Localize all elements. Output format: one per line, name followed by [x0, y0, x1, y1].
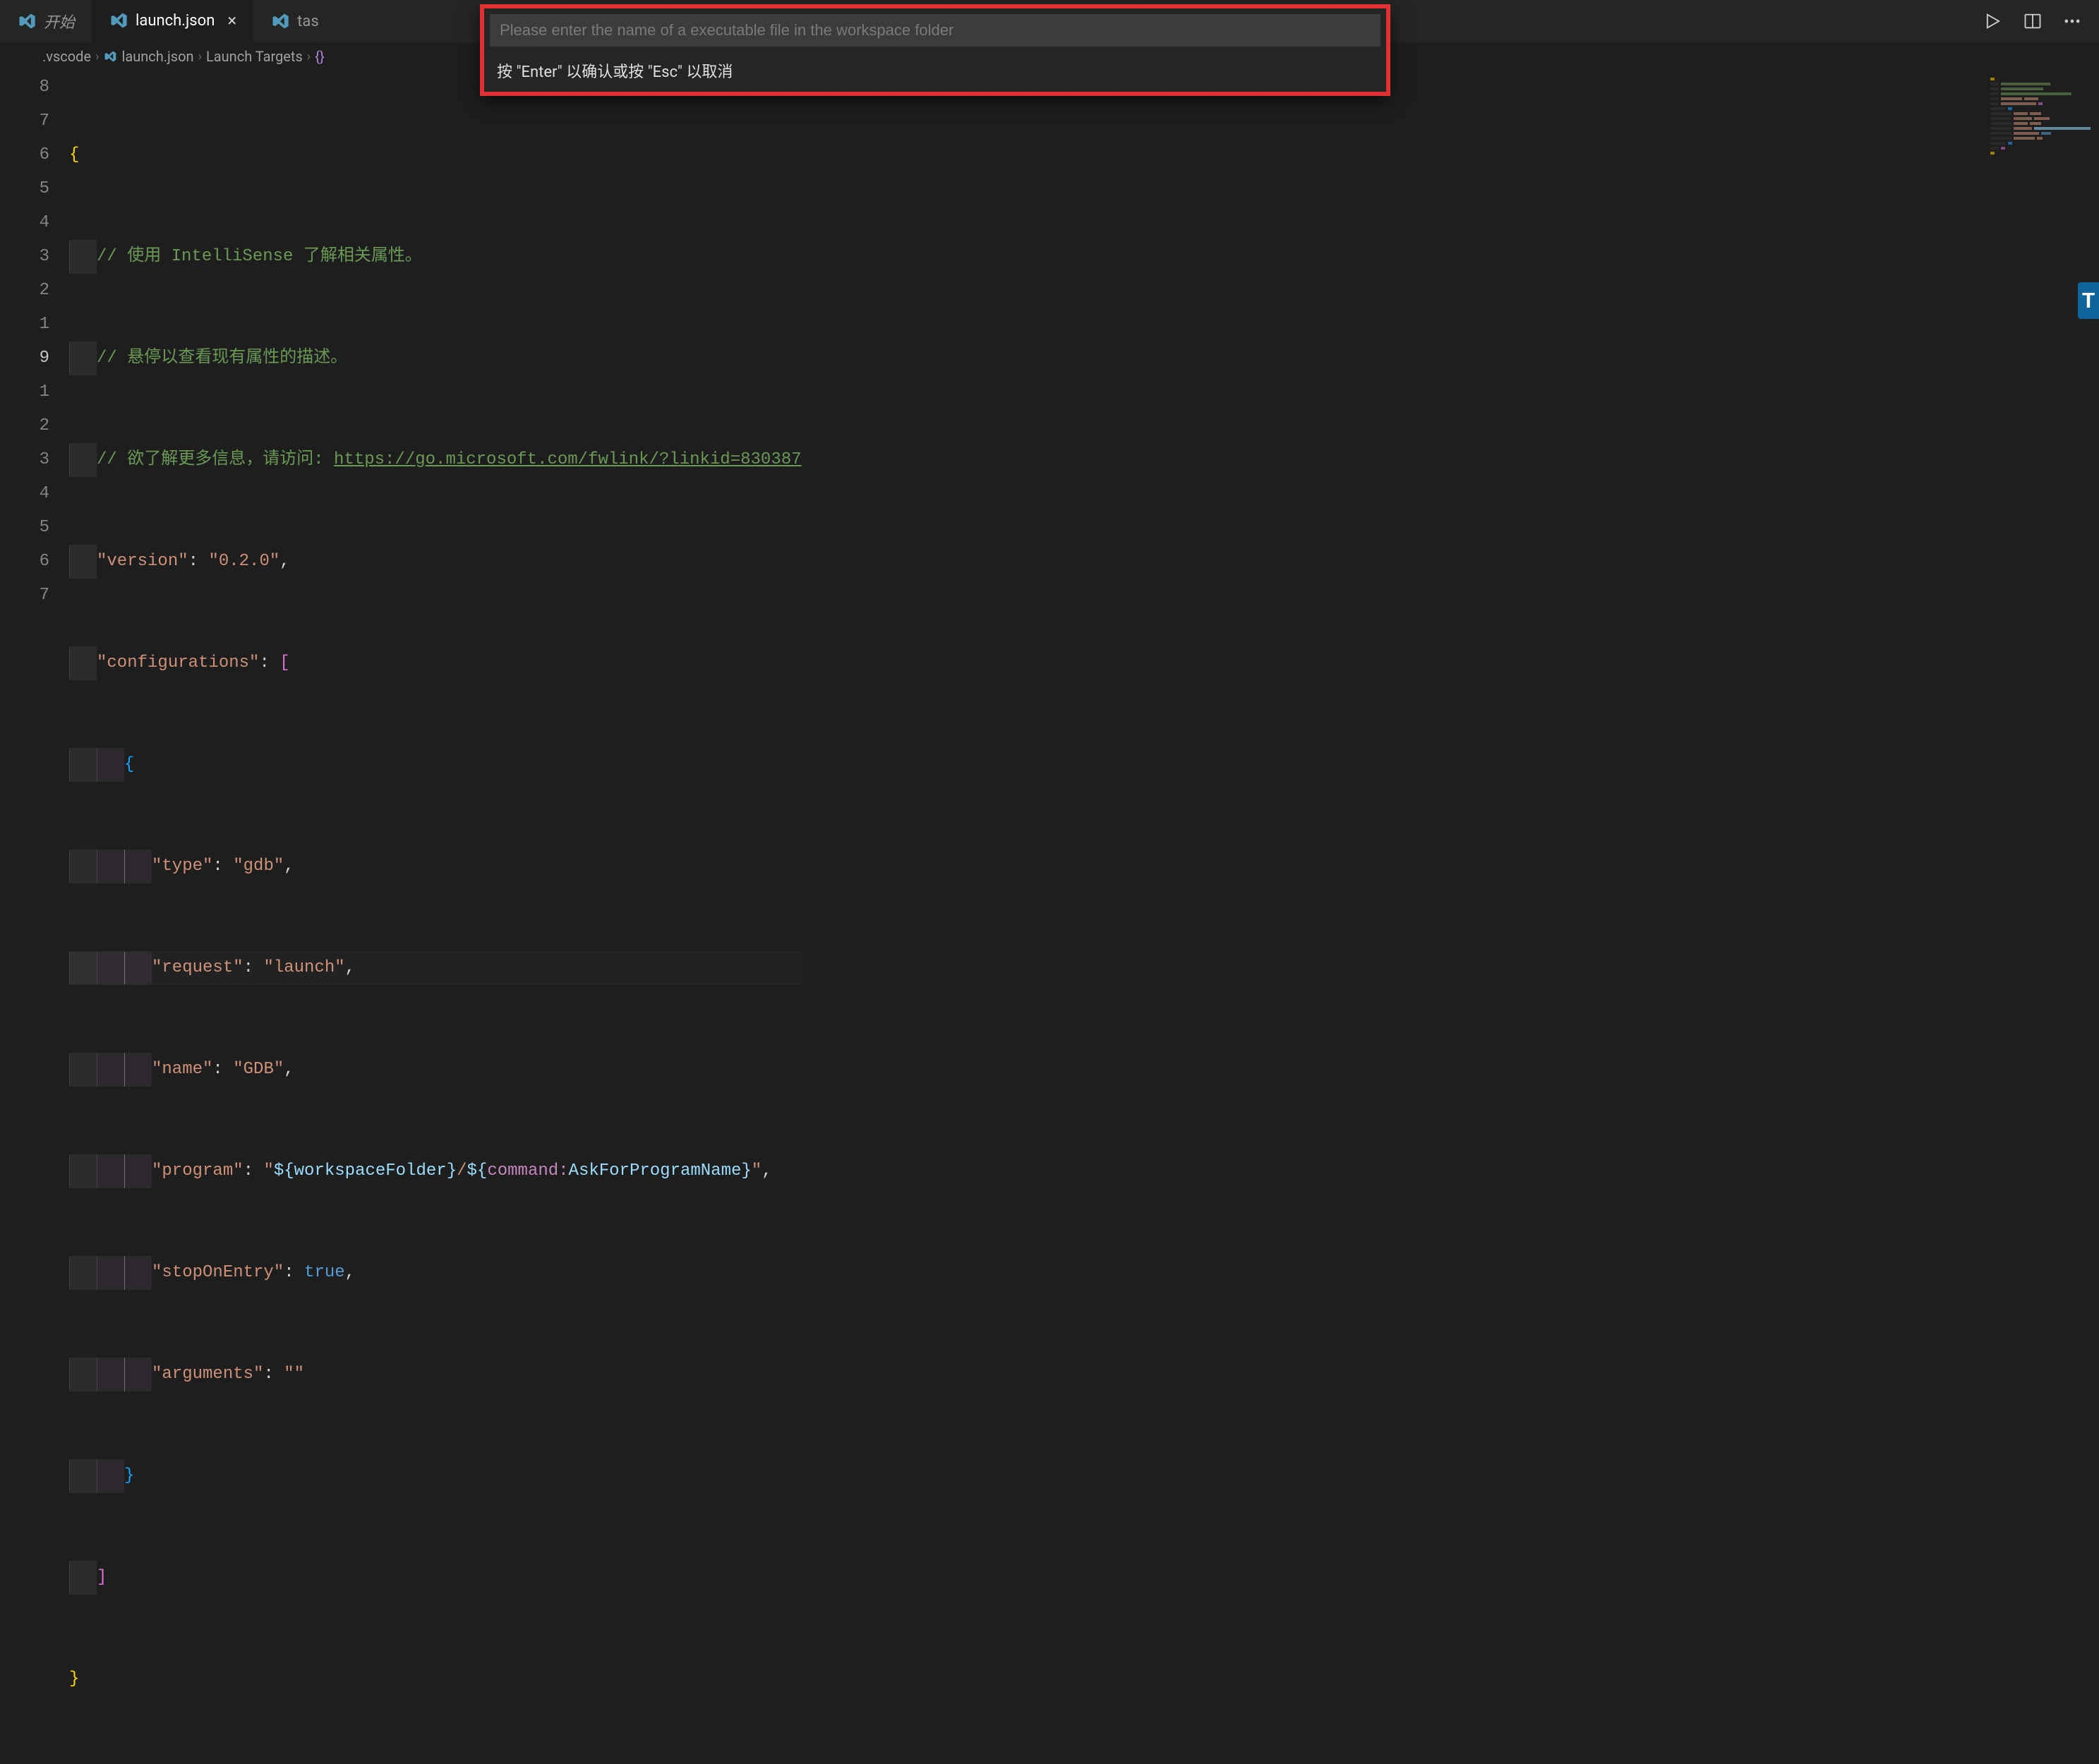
prompt-hint: 按 "Enter" 以确认或按 "Esc" 以取消 [484, 52, 1386, 92]
vscode-icon [270, 11, 290, 31]
more-icon[interactable] [2062, 11, 2082, 31]
minimap[interactable] [1990, 78, 2096, 148]
tab-label: 开始 [44, 10, 75, 32]
breadcrumb-item[interactable]: .vscode [42, 48, 91, 65]
tab-launch-json[interactable]: launch.json × [92, 0, 253, 42]
line-gutter: 8 7 6 5 4 3 2 1 9 1 2 3 4 5 6 7 [0, 71, 64, 1764]
split-editor-icon[interactable] [2023, 11, 2043, 31]
breadcrumb-item[interactable]: Launch Targets [206, 48, 303, 65]
vscode-icon [17, 11, 37, 31]
tab-label: launch.json [136, 12, 215, 30]
tab-actions [1983, 11, 2099, 31]
chevron-right-icon: › [95, 49, 99, 64]
breadcrumb-item[interactable]: launch.json [103, 48, 193, 65]
breadcrumb-item-object[interactable]: {} [315, 48, 325, 65]
chevron-right-icon: › [198, 49, 202, 64]
code-editor[interactable]: 8 7 6 5 4 3 2 1 9 1 2 3 4 5 6 7 { // 使用 … [0, 71, 2099, 1764]
braces-icon: {} [315, 48, 325, 65]
code-content[interactable]: { // 使用 IntelliSense 了解相关属性。 // 悬停以查看现有属… [64, 71, 802, 1764]
program-name-input[interactable] [490, 14, 1381, 47]
tab-tasks[interactable]: tas [253, 0, 336, 42]
vscode-icon [109, 11, 128, 30]
tab-label: tas [297, 13, 319, 30]
chevron-right-icon: › [307, 49, 311, 64]
quick-input-palette: 按 "Enter" 以确认或按 "Esc" 以取消 [480, 4, 1390, 96]
close-icon[interactable]: × [227, 11, 236, 30]
side-handle[interactable]: T [2078, 282, 2099, 319]
run-icon[interactable] [1983, 11, 2003, 31]
tab-welcome[interactable]: 开始 [0, 0, 92, 42]
